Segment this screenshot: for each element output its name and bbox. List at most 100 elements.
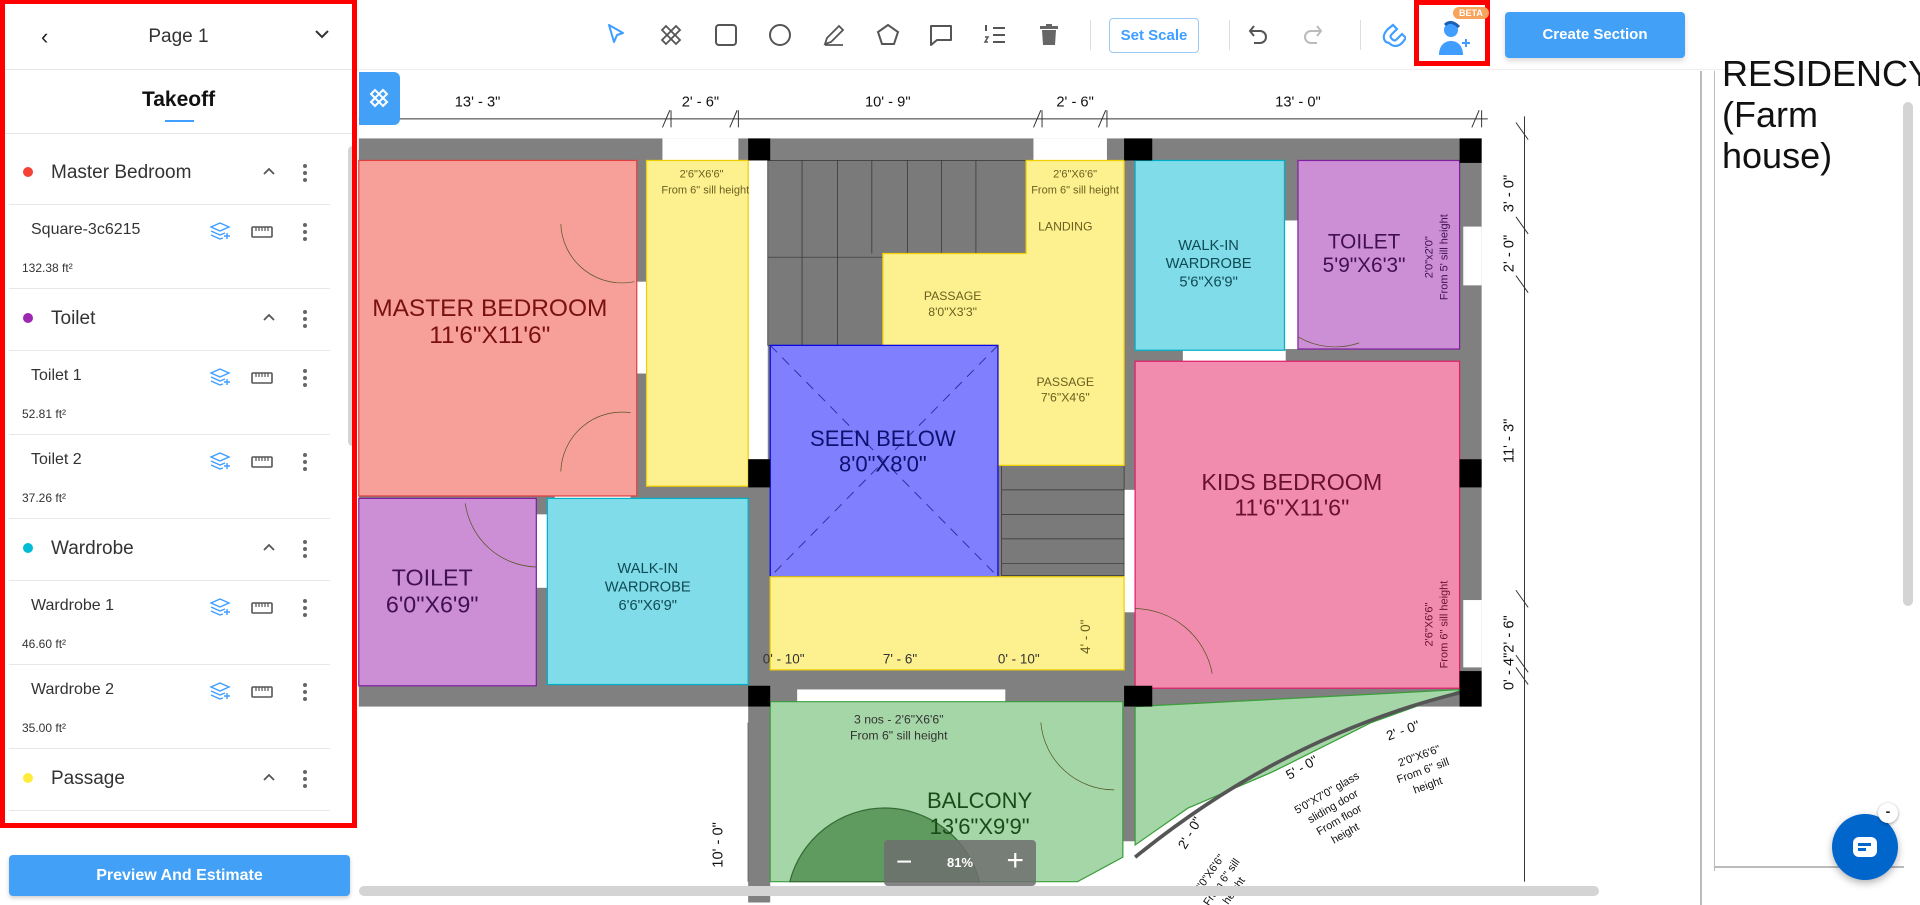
takeoff-group[interactable]: Wardrobe: [9, 519, 330, 581]
item-name: Square-3c6215: [31, 221, 141, 238]
add-layer-icon[interactable]: [209, 681, 231, 706]
room-label: KIDS BEDROOM: [1201, 469, 1382, 495]
chat-minimize-button[interactable]: -: [1878, 803, 1898, 823]
takeoff-group[interactable]: Passage: [9, 749, 330, 811]
room-passage-strip[interactable]: [645, 159, 749, 487]
numbered-list-icon[interactable]: [982, 22, 1008, 48]
add-layer-icon[interactable]: [209, 597, 231, 622]
room-dimension: 6'6"X6'9": [618, 598, 677, 614]
takeoff-item[interactable]: Wardrobe 1 46.60 ft²: [9, 581, 330, 665]
item-name: Toilet 1: [31, 367, 82, 384]
room-label: PASSAGE: [1037, 375, 1095, 389]
ai-assistant-button[interactable]: BETA: [1414, 0, 1490, 66]
chevron-down-icon[interactable]: [314, 26, 330, 44]
undo-icon[interactable]: [1246, 22, 1272, 48]
set-scale-button[interactable]: Set Scale: [1109, 18, 1199, 53]
dimension-label: 2' - 0": [1384, 718, 1422, 744]
more-options-icon[interactable]: [303, 223, 307, 244]
more-options-icon[interactable]: [303, 599, 307, 620]
circle-icon[interactable]: [767, 22, 793, 48]
measure-icon[interactable]: [658, 22, 684, 48]
dimension-label: 10' - 9": [865, 95, 911, 111]
window-note: From 6" sill height: [1031, 185, 1119, 197]
group-color-dot: [23, 543, 33, 553]
more-options-icon[interactable]: [303, 310, 307, 331]
select-icon[interactable]: [604, 22, 630, 48]
room-passage-lower[interactable]: [769, 576, 1125, 671]
polygon-icon[interactable]: [875, 22, 901, 48]
dimension-label: 2' - 6": [682, 95, 719, 111]
sidebar-scrollbar[interactable]: [348, 146, 352, 446]
room-dimension: 6'0"X6'9": [386, 591, 479, 617]
room-dimension: 8'0"X8'0": [839, 451, 927, 476]
ruler-icon[interactable]: [251, 685, 273, 703]
vertical-scrollbar[interactable]: [1903, 102, 1913, 606]
add-layer-icon[interactable]: [209, 221, 231, 246]
comment-icon[interactable]: [928, 22, 954, 48]
window-note: From 6" sill height: [1438, 581, 1450, 669]
room-label: WARDROBE: [1166, 256, 1252, 272]
takeoff-item[interactable]: Square-3c6215 132.38 ft²: [9, 205, 330, 289]
add-layer-icon[interactable]: [209, 451, 231, 476]
ruler-icon[interactable]: [251, 371, 273, 389]
group-label: Passage: [51, 768, 125, 789]
room-label: WALK-IN: [617, 561, 678, 577]
room-label: MASTER BEDROOM: [372, 295, 607, 322]
dimension-label: 0' - 10": [998, 652, 1040, 667]
redo-icon[interactable]: [1299, 22, 1325, 48]
magnet-snap-icon[interactable]: [1380, 22, 1408, 48]
room-dimension: 8'0"X3'3": [928, 305, 977, 319]
dimension-label: 11' - 3": [1501, 419, 1517, 464]
item-name: Wardrobe 1: [31, 597, 114, 614]
more-options-icon[interactable]: [303, 164, 307, 185]
group-label: Master Bedroom: [51, 162, 192, 183]
more-options-icon[interactable]: [303, 683, 307, 704]
dimension-label: 0' - 4"2' - 6": [1501, 615, 1517, 690]
measure-icon: [369, 88, 389, 108]
more-options-icon[interactable]: [303, 369, 307, 390]
more-options-icon[interactable]: [303, 453, 307, 474]
room-label: BALCONY: [927, 788, 1033, 813]
takeoff-group[interactable]: Master Bedroom: [9, 143, 330, 205]
pencil-icon[interactable]: [821, 22, 847, 48]
window-note: 2'6"X6'6": [1053, 169, 1097, 181]
tab-underline: [165, 120, 194, 122]
group-color-dot: [23, 313, 33, 323]
ruler-icon[interactable]: [251, 601, 273, 619]
room-label: TOILET: [1328, 231, 1401, 254]
add-layer-icon[interactable]: [209, 367, 231, 392]
room-label: SEEN BELOW: [810, 426, 956, 451]
window-note: From 6" sill height: [661, 185, 749, 197]
plan-canvas[interactable]: 13' - 3" 2' - 6" 10' - 9" 2' - 6" 13' - …: [357, 71, 1700, 905]
chevron-up-icon[interactable]: [262, 163, 276, 181]
trash-icon[interactable]: [1036, 22, 1062, 48]
wall: [748, 706, 771, 903]
room-kids-bedroom[interactable]: [1134, 360, 1461, 689]
more-options-icon[interactable]: [303, 540, 307, 561]
title-block-border: [1714, 71, 1715, 871]
takeoff-item[interactable]: Wardrobe 2 35.00 ft²: [9, 665, 330, 749]
zoom-in-button[interactable]: +: [1006, 844, 1024, 878]
floor-plan-drawing[interactable]: 13' - 3" 2' - 6" 10' - 9" 2' - 6" 13' - …: [357, 71, 1700, 905]
wall: [1122, 706, 1136, 842]
create-section-button[interactable]: Create Section: [1505, 12, 1685, 58]
measure-tool-button[interactable]: [359, 72, 400, 125]
group-label: Toilet: [51, 308, 96, 329]
horizontal-scrollbar[interactable]: [359, 886, 1599, 896]
tab-takeoff[interactable]: Takeoff: [5, 88, 352, 112]
preview-and-estimate-button[interactable]: Preview And Estimate: [9, 855, 350, 896]
chevron-up-icon[interactable]: [262, 769, 276, 787]
more-options-icon[interactable]: [303, 770, 307, 791]
chevron-up-icon[interactable]: [262, 539, 276, 557]
chevron-up-icon[interactable]: [262, 309, 276, 327]
page-title[interactable]: Page 1: [5, 26, 352, 48]
ruler-icon[interactable]: [251, 225, 273, 243]
chat-icon: [1853, 837, 1877, 857]
chat-widget-button[interactable]: [1832, 814, 1898, 880]
ruler-icon[interactable]: [251, 455, 273, 473]
toolbar-divider: [1229, 20, 1230, 50]
rectangle-icon[interactable]: [713, 22, 739, 48]
takeoff-item[interactable]: Toilet 1 52.81 ft²: [9, 351, 330, 435]
takeoff-item[interactable]: Toilet 2 37.26 ft²: [9, 435, 330, 519]
takeoff-group[interactable]: Toilet: [9, 289, 330, 351]
